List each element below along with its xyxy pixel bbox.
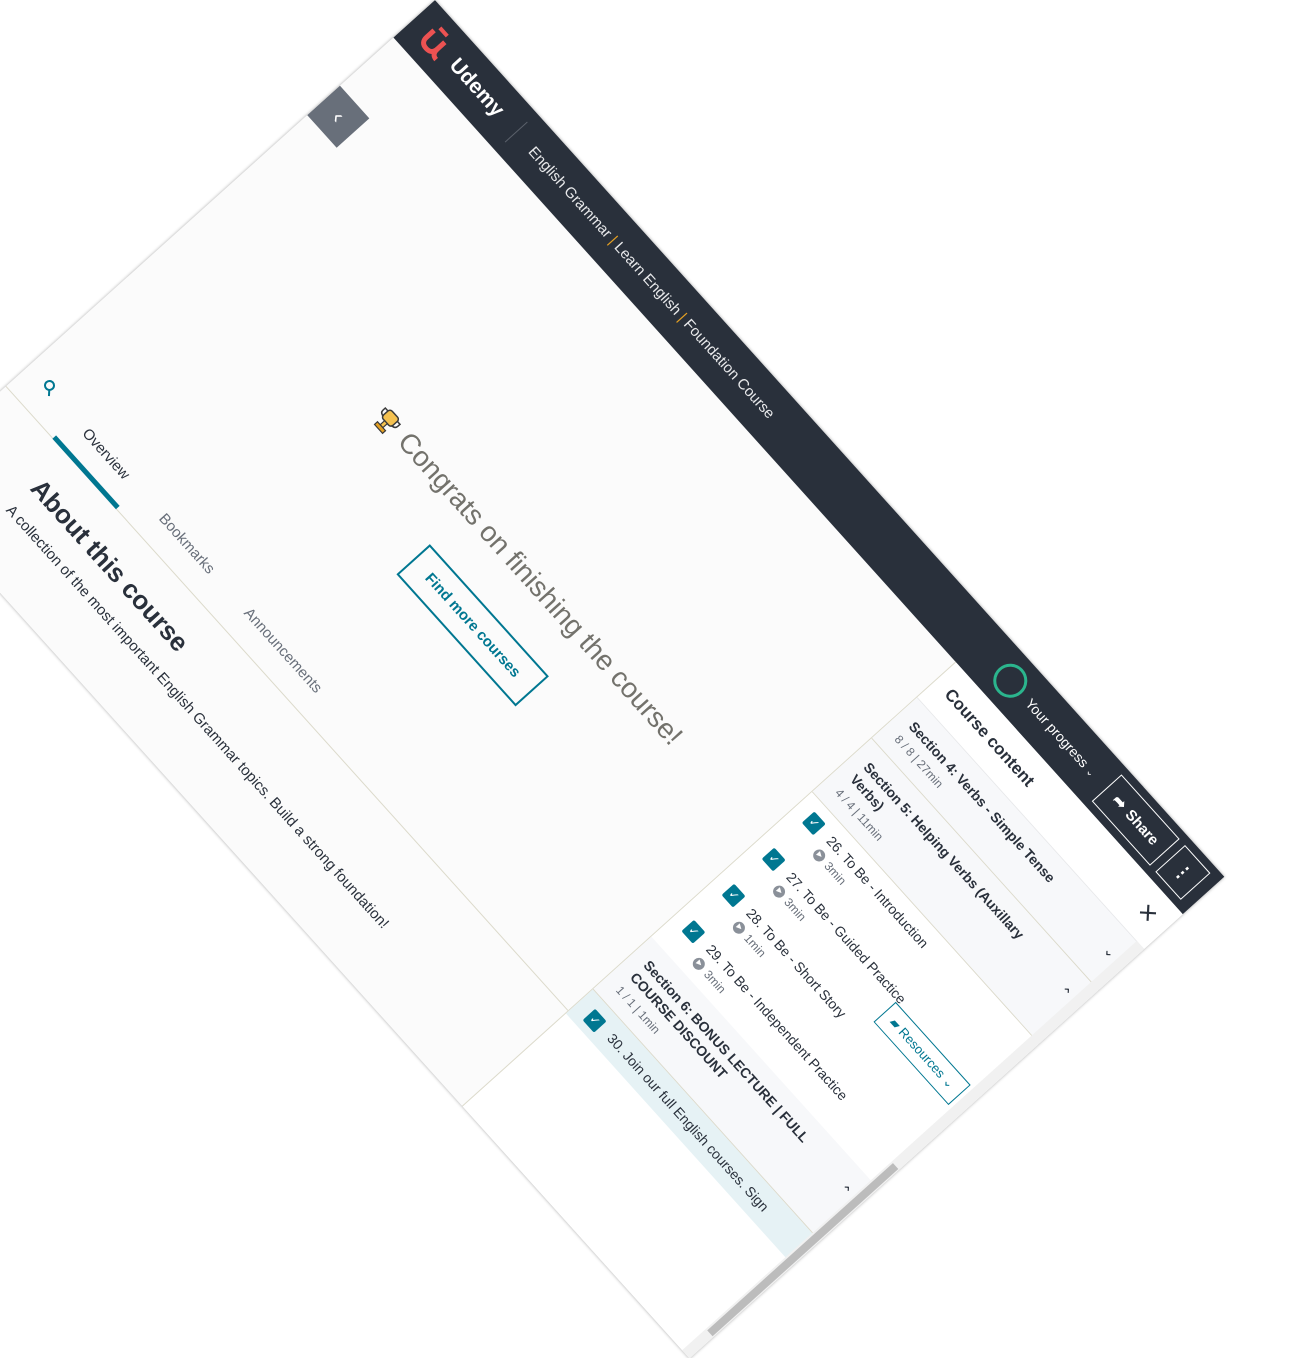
course-player-window: Udemy English Grammar|Learn English|Foun…: [0, 0, 1225, 1358]
course-title-part-2: Learn English: [611, 238, 686, 319]
top-navigation-bar: Udemy English Grammar|Learn English|Foun…: [393, 0, 1225, 915]
play-circle-icon: ▶: [770, 882, 788, 900]
vertical-dots-icon: ⋮: [1169, 858, 1197, 886]
search-icon: [44, 379, 56, 397]
tab-announcements[interactable]: Announcements: [208, 585, 343, 729]
progress-ring-icon[interactable]: [986, 656, 1035, 705]
chevron-left-icon: ‹: [326, 105, 351, 128]
play-circle-icon: ▶: [730, 918, 748, 936]
logo-wordmark: Udemy: [444, 53, 509, 122]
header-divider: [504, 121, 528, 143]
course-title[interactable]: English Grammar|Learn English|Foundation…: [525, 143, 778, 422]
share-label: Share: [1121, 806, 1163, 849]
play-circle-icon: ▶: [811, 846, 828, 864]
collapse-back-button[interactable]: ‹: [307, 85, 370, 148]
checkbox-checked-icon[interactable]: ✓: [721, 883, 746, 908]
course-title-part-1: English Grammar: [524, 143, 616, 242]
play-circle-icon: ▶: [690, 955, 708, 973]
checkbox-checked-icon[interactable]: ✓: [761, 847, 786, 872]
trophy-icon: [374, 406, 402, 435]
udemy-logo[interactable]: Udemy: [405, 13, 520, 132]
course-title-part-3: Foundation Course: [680, 315, 779, 422]
close-icon[interactable]: ✕: [1131, 898, 1163, 929]
checkbox-checked-icon[interactable]: ✓: [802, 811, 827, 836]
checkbox-checked-icon[interactable]: ✓: [681, 919, 706, 944]
chevron-down-icon: ⌄: [1082, 766, 1097, 780]
checkbox-checked-icon[interactable]: ✓: [582, 1008, 607, 1033]
